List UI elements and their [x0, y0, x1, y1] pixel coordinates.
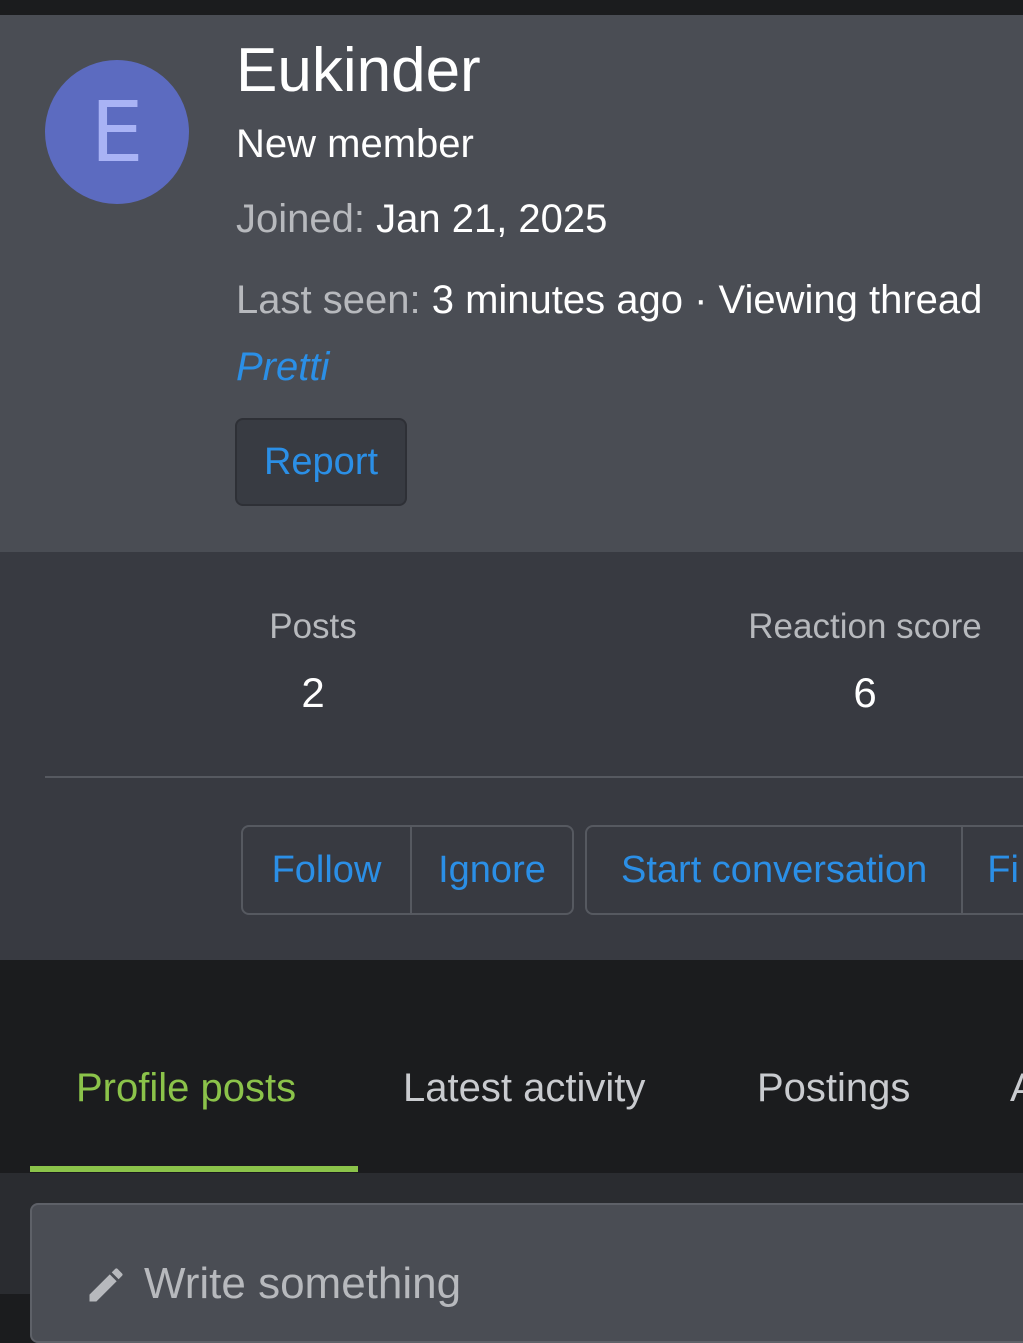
reaction-score-stat[interactable]: Reaction score 6 [725, 607, 1005, 717]
follow-ignore-group: Follow Ignore [241, 825, 574, 915]
avatar-letter: E [90, 83, 144, 181]
conversation-find-group: Start conversation Fi [585, 825, 1023, 915]
content-area: Write something [0, 1173, 1023, 1343]
start-conversation-button[interactable]: Start conversation [587, 827, 961, 913]
active-tab-underline [30, 1166, 358, 1172]
stats-divider [45, 776, 1023, 778]
last-seen-label: Last seen: [236, 278, 421, 322]
tab-latest-activity[interactable]: Latest activity [403, 1066, 645, 1111]
find-button[interactable]: Fi [961, 827, 1023, 913]
last-seen-value: 3 minutes ago · Viewing thread [431, 278, 983, 322]
tab-profile-posts[interactable]: Profile posts [76, 1066, 296, 1111]
profile-post-composer[interactable]: Write something [30, 1203, 1023, 1343]
username: Eukinder [236, 36, 481, 105]
follow-button[interactable]: Follow [243, 827, 410, 913]
viewing-thread-link[interactable]: Pretti [236, 345, 329, 390]
tab-postings[interactable]: Postings [757, 1066, 910, 1111]
reaction-score-label: Reaction score [748, 607, 982, 646]
joined-value: Jan 21, 2025 [376, 197, 608, 241]
ignore-button[interactable]: Ignore [409, 827, 572, 913]
profile-header: E Eukinder New member Joined: Jan 21, 20… [0, 15, 1023, 552]
reaction-score-value: 6 [853, 669, 877, 716]
tab-about[interactable]: A [1010, 1066, 1023, 1111]
posts-stat[interactable]: Posts 2 [213, 607, 413, 717]
last-seen-row: Last seen: 3 minutes ago · Viewing threa… [236, 278, 982, 323]
pencil-icon [89, 1268, 123, 1302]
stats-panel: Posts 2 Reaction score 6 Follow Ignore S… [0, 552, 1023, 960]
joined-row: Joined: Jan 21, 2025 [236, 197, 607, 242]
avatar[interactable]: E [45, 60, 189, 204]
posts-label: Posts [269, 607, 357, 646]
report-button[interactable]: Report [235, 418, 407, 506]
profile-tabs: Profile posts Latest activity Postings A [0, 960, 1023, 1173]
user-title: New member [236, 122, 474, 166]
composer-placeholder: Write something [144, 1259, 462, 1308]
posts-value: 2 [301, 669, 325, 716]
joined-label: Joined: [236, 197, 365, 241]
top-strip [0, 0, 1023, 15]
